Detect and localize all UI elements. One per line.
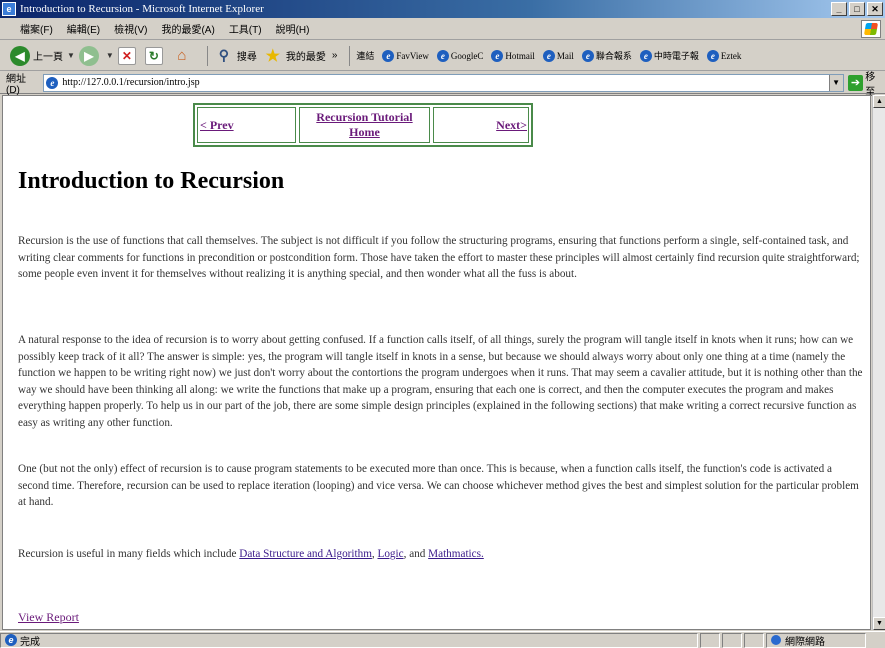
- home-button[interactable]: ⌂: [172, 47, 195, 65]
- paragraph-4: Recursion is useful in many fields which…: [18, 548, 484, 560]
- ie-page-icon: e: [706, 49, 719, 62]
- prev-link[interactable]: < Prev: [197, 107, 297, 143]
- ie-page-icon: e: [5, 634, 17, 646]
- menu-bar: 檔案(F) 編輯(E) 檢視(V) 我的最愛(A) 工具(T) 說明(H): [0, 18, 885, 40]
- status-bar: e 完成 網際網路: [0, 631, 885, 648]
- paragraph-3: One (but not the only) effect of recursi…: [18, 463, 859, 509]
- go-label: 移至: [865, 71, 876, 98]
- ie-page-icon: e: [581, 49, 594, 62]
- stop-icon: ✕: [117, 46, 136, 65]
- ie-page-icon: e: [382, 49, 395, 62]
- ie-page-icon: e: [491, 49, 504, 62]
- address-url: http://127.0.0.1/recursion/intro.jsp: [62, 77, 200, 88]
- ie-page-icon: e: [542, 49, 555, 62]
- address-label: 網址(D): [6, 73, 26, 96]
- back-dropdown-icon[interactable]: ▼: [67, 51, 75, 60]
- vertical-scrollbar[interactable]: ▲ ▼: [872, 95, 885, 630]
- link-logic[interactable]: Logic: [378, 548, 404, 560]
- go-arrow-icon: ➔: [847, 74, 864, 91]
- status-pane: [744, 632, 764, 648]
- forward-arrow-icon: ▶: [78, 45, 99, 66]
- home-link-line1: Recursion Tutorial: [316, 110, 413, 124]
- back-label: 上一頁: [33, 52, 63, 63]
- link-hotmail[interactable]: e Hotmail: [491, 49, 535, 62]
- go-button[interactable]: ➔ 移至: [847, 68, 885, 98]
- favorites-button[interactable]: ★ 我的最愛: [263, 47, 326, 65]
- menu-view[interactable]: 檢視(V): [114, 21, 147, 36]
- link-eztek[interactable]: e Eztek: [706, 49, 741, 62]
- toolbar-separator: [206, 45, 208, 66]
- menu-edit[interactable]: 編輯(E): [67, 21, 100, 36]
- view-report-link[interactable]: View Report: [18, 610, 79, 625]
- home-icon: ⌂: [177, 47, 187, 64]
- paragraph-2: A natural response to the idea of recurs…: [18, 334, 863, 429]
- ie-page-icon: e: [639, 49, 652, 62]
- link-chinatimes[interactable]: e 中時電子報: [639, 49, 699, 62]
- scroll-up-icon[interactable]: ▲: [873, 95, 885, 108]
- forward-dropdown-icon[interactable]: ▼: [106, 51, 114, 60]
- favorites-label: 我的最愛: [285, 52, 326, 63]
- back-button[interactable]: ◀ 上一頁: [10, 45, 63, 66]
- link-favview[interactable]: e FavView: [382, 49, 429, 62]
- menu-favorites[interactable]: 我的最愛(A): [161, 21, 214, 36]
- address-bar: 網址(D) e http://127.0.0.1/recursion/intro…: [0, 72, 885, 98]
- windows-logo-icon: [861, 20, 881, 38]
- search-label: 搜尋: [236, 52, 257, 63]
- refresh-icon: ↻: [144, 46, 163, 65]
- paragraph-1: Recursion is the use of functions that c…: [18, 235, 860, 281]
- nav-table: < Prev Recursion Tutorial Home Next>: [193, 103, 533, 147]
- forward-button[interactable]: ▶: [78, 45, 102, 66]
- link-mail[interactable]: e Mail: [542, 49, 574, 62]
- security-zone: 網際網路: [766, 632, 866, 648]
- window-title: Introduction to Recursion - Microsoft In…: [20, 3, 264, 15]
- stop-button[interactable]: ✕: [117, 46, 139, 65]
- back-arrow-icon: ◀: [10, 45, 30, 66]
- menu-help[interactable]: 說明(H): [276, 21, 310, 36]
- scroll-down-icon[interactable]: ▼: [873, 617, 885, 630]
- menu-tools[interactable]: 工具(T): [229, 21, 262, 36]
- minimize-button[interactable]: _: [831, 2, 847, 16]
- next-link[interactable]: Next>: [432, 107, 529, 143]
- status-text: 完成: [20, 636, 40, 648]
- globe-icon: [771, 635, 781, 645]
- link-data-structure[interactable]: Data Structure and Algorithm: [239, 548, 372, 560]
- toolbar-separator: [349, 45, 351, 66]
- page-content: < Prev Recursion Tutorial Home Next> Intr…: [2, 95, 871, 630]
- tutorial-home-link[interactable]: Recursion Tutorial Home: [299, 107, 430, 143]
- close-button[interactable]: ✕: [867, 2, 883, 16]
- link-mathematics[interactable]: Mathmatics.: [428, 548, 484, 560]
- link-udn[interactable]: e 聯合報系: [581, 49, 632, 62]
- star-icon: ★: [265, 47, 281, 65]
- title-bar: e Introduction to Recursion - Microsoft …: [0, 0, 885, 18]
- page-title: Introduction to Recursion: [18, 168, 285, 194]
- link-googlec[interactable]: e GoogleC: [436, 49, 483, 62]
- links-label: 連結: [356, 51, 375, 61]
- status-pane: [722, 632, 742, 648]
- search-icon: ⚲: [218, 47, 229, 63]
- home-link-line2: Home: [349, 125, 380, 139]
- menu-file[interactable]: 檔案(F): [20, 21, 53, 36]
- maximize-button[interactable]: □: [849, 2, 865, 16]
- zone-label: 網際網路: [785, 636, 825, 648]
- ie-page-icon: e: [436, 49, 449, 62]
- search-button[interactable]: ⚲ 搜尋: [214, 47, 257, 65]
- ie-page-icon: e: [46, 76, 59, 89]
- address-dropdown-icon[interactable]: ▼: [828, 74, 843, 91]
- status-text-pane: e 完成: [0, 632, 698, 648]
- address-input[interactable]: e http://127.0.0.1/recursion/intro.jsp ▼: [43, 73, 844, 92]
- window-controls: _ □ ✕: [831, 2, 883, 16]
- toolbar-overflow-chevron-icon[interactable]: »: [332, 50, 338, 61]
- ie-app-icon: e: [2, 2, 16, 16]
- status-pane: [700, 632, 720, 648]
- refresh-button[interactable]: ↻: [144, 46, 166, 65]
- toolbar: ◀ 上一頁 ▼ ▶ ▼ ✕ ↻ ⌂ ⚲ 搜尋 ★ 我的最愛 » 連結 e FavV…: [0, 41, 885, 71]
